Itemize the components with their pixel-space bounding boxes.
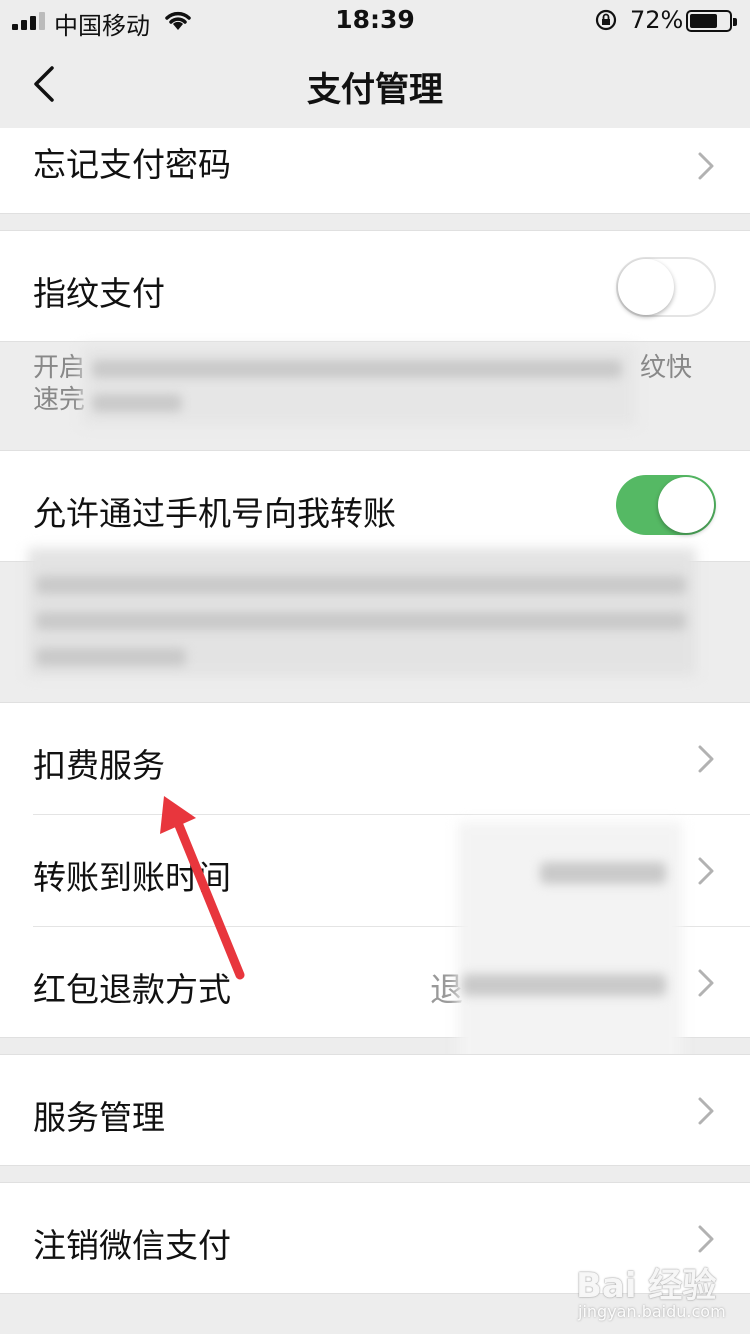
red-packet-refund-label: 红包退款方式 (33, 970, 231, 1009)
chevron-right-icon (698, 857, 714, 885)
navigation-bar: 支付管理 (0, 42, 750, 128)
deduction-service-row[interactable]: 扣费服务 (0, 703, 750, 815)
page-title: 支付管理 (307, 70, 443, 110)
forgot-password-label: 忘记支付密码 (33, 145, 231, 184)
chevron-right-icon (698, 1097, 714, 1125)
toggle-knob (658, 477, 714, 533)
chevron-right-icon (698, 969, 714, 997)
status-bar: 中国移动 18:39 72% (0, 0, 750, 42)
fingerprint-description-start: 开启 速完 (33, 353, 86, 415)
deduction-service-label: 扣费服务 (33, 746, 165, 785)
fingerprint-pay-label: 指纹支付 (33, 274, 165, 313)
battery-percent: 72% (630, 6, 684, 34)
watermark-logo-text: Bai 经验 (576, 1266, 717, 1306)
chevron-right-icon (698, 152, 714, 180)
blurred-text (540, 862, 666, 884)
phone-transfer-toggle[interactable] (616, 475, 716, 535)
transfer-arrival-time-label: 转账到账时间 (33, 858, 231, 897)
blurred-description (82, 346, 636, 426)
fingerprint-pay-row: 指纹支付 (0, 230, 750, 342)
chevron-right-icon (698, 745, 714, 773)
watermark-url: jingyan.baidu.com (578, 1302, 726, 1321)
chevron-right-icon (698, 1225, 714, 1253)
cancel-wechat-pay-label: 注销微信支付 (33, 1226, 231, 1265)
service-management-label: 服务管理 (33, 1098, 165, 1137)
forgot-password-row[interactable]: 忘记支付密码 (0, 128, 750, 214)
toggle-knob (618, 259, 674, 315)
orientation-lock-icon (595, 9, 617, 31)
blurred-text (92, 394, 182, 412)
blurred-text (36, 612, 686, 630)
fingerprint-description-end: 纹快 (640, 353, 693, 383)
battery-icon (686, 10, 737, 32)
phone-transfer-label: 允许通过手机号向我转账 (33, 494, 396, 533)
blurred-text (36, 576, 686, 594)
baidu-jingyan-watermark: Bai 经验 jingyan.baidu.com (576, 1258, 736, 1328)
blurred-text (462, 974, 666, 996)
phone-transfer-row: 允许通过手机号向我转账 (0, 450, 750, 562)
fingerprint-pay-toggle[interactable] (616, 257, 716, 317)
blurred-text (36, 648, 186, 666)
service-management-row[interactable]: 服务管理 (0, 1054, 750, 1166)
blurred-text (92, 360, 622, 378)
